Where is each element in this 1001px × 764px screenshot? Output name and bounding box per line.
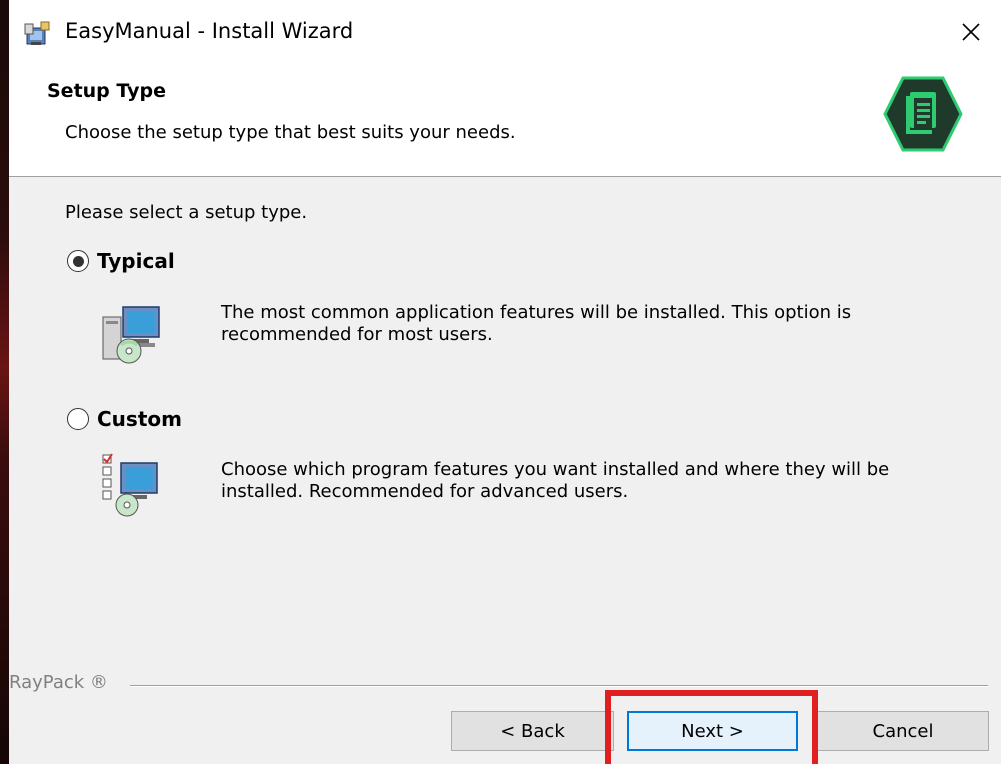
document-hexagon-logo-icon (883, 76, 963, 152)
radio-selected-dot (72, 255, 84, 267)
cancel-button[interactable]: Cancel (817, 711, 989, 751)
custom-radio[interactable] (67, 408, 89, 430)
close-icon (962, 23, 980, 41)
raypack-brand: RayPack ® (9, 672, 108, 693)
typical-radio[interactable] (67, 250, 89, 272)
custom-label: Custom (97, 407, 182, 431)
setup-type-prompt: Please select a setup type. (65, 202, 308, 223)
window-title: EasyManual - Install Wizard (65, 19, 354, 43)
desktop-background-edge (0, 0, 9, 764)
custom-option[interactable]: Custom (67, 407, 182, 431)
wizard-header: Setup Type Choose the setup type that be… (9, 64, 1001, 177)
typical-setup-icon (102, 306, 160, 364)
close-button[interactable] (941, 0, 1001, 64)
page-title: Setup Type (47, 80, 166, 102)
page-subtitle: Choose the setup type that best suits yo… (65, 122, 516, 143)
custom-description: Choose which program features you want i… (221, 459, 890, 502)
next-button[interactable]: Next > (627, 711, 798, 751)
typical-option[interactable]: Typical (67, 249, 175, 273)
back-button[interactable]: < Back (451, 711, 614, 751)
typical-description: The most common application features wil… (221, 302, 852, 345)
custom-setup-icon (102, 453, 158, 517)
title-bar[interactable]: EasyManual - Install Wizard (9, 0, 1001, 64)
typical-label: Typical (97, 249, 175, 273)
footer-divider (130, 685, 988, 687)
installer-app-icon (24, 21, 50, 45)
install-wizard-window: EasyManual - Install Wizard Setup Type C… (0, 0, 1001, 764)
setup-type-content: Please select a setup type. Typical The … (9, 177, 1001, 677)
